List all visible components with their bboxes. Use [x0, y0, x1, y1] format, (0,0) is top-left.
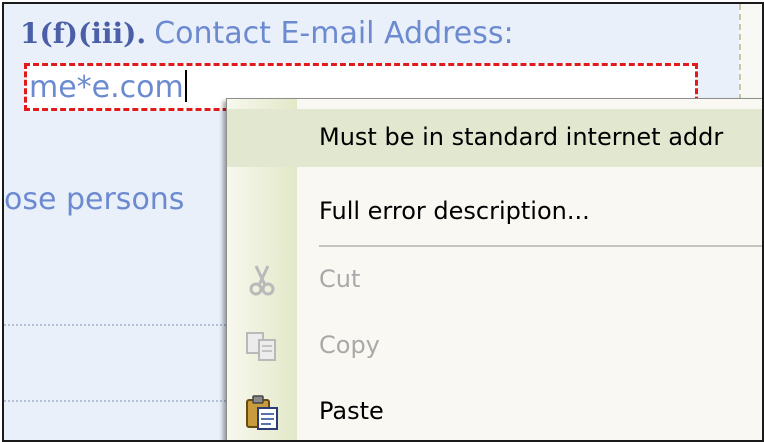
email-field-label: 1(f)(iii). Contact E-mail Address: — [20, 16, 514, 51]
menu-item-label: Must be in standard internet addr — [319, 123, 724, 151]
scissors-icon — [243, 261, 281, 299]
menu-item-label: Copy — [319, 331, 380, 359]
menu-item-paste[interactable]: Paste — [227, 383, 762, 440]
clipboard-icon — [243, 393, 281, 431]
divider — [4, 400, 234, 402]
field-label-text: Contact E-mail Address: — [154, 16, 514, 51]
copy-icon — [243, 327, 281, 365]
email-field-value: me*e.com — [29, 70, 184, 105]
menu-item-error-message[interactable]: Must be in standard internet addr — [227, 109, 762, 167]
menu-item-label: Paste — [319, 397, 384, 425]
menu-item-label: Full error description... — [319, 197, 590, 225]
menu-item-cut[interactable]: Cut — [227, 251, 762, 309]
text-caret — [184, 70, 187, 102]
menu-item-full-error-description[interactable]: Full error description... — [227, 183, 762, 241]
context-menu: Must be in standard internet addr Full e… — [226, 98, 762, 440]
screenshot-frame: 1(f)(iii). Contact E-mail Address: me*e.c… — [2, 2, 764, 442]
menu-separator — [319, 245, 762, 247]
menu-item-label: Cut — [319, 265, 361, 293]
divider — [4, 324, 234, 326]
menu-item-copy[interactable]: Copy — [227, 317, 762, 375]
persons-text: ose persons — [4, 182, 185, 217]
field-number: 1(f)(iii). — [20, 17, 147, 50]
